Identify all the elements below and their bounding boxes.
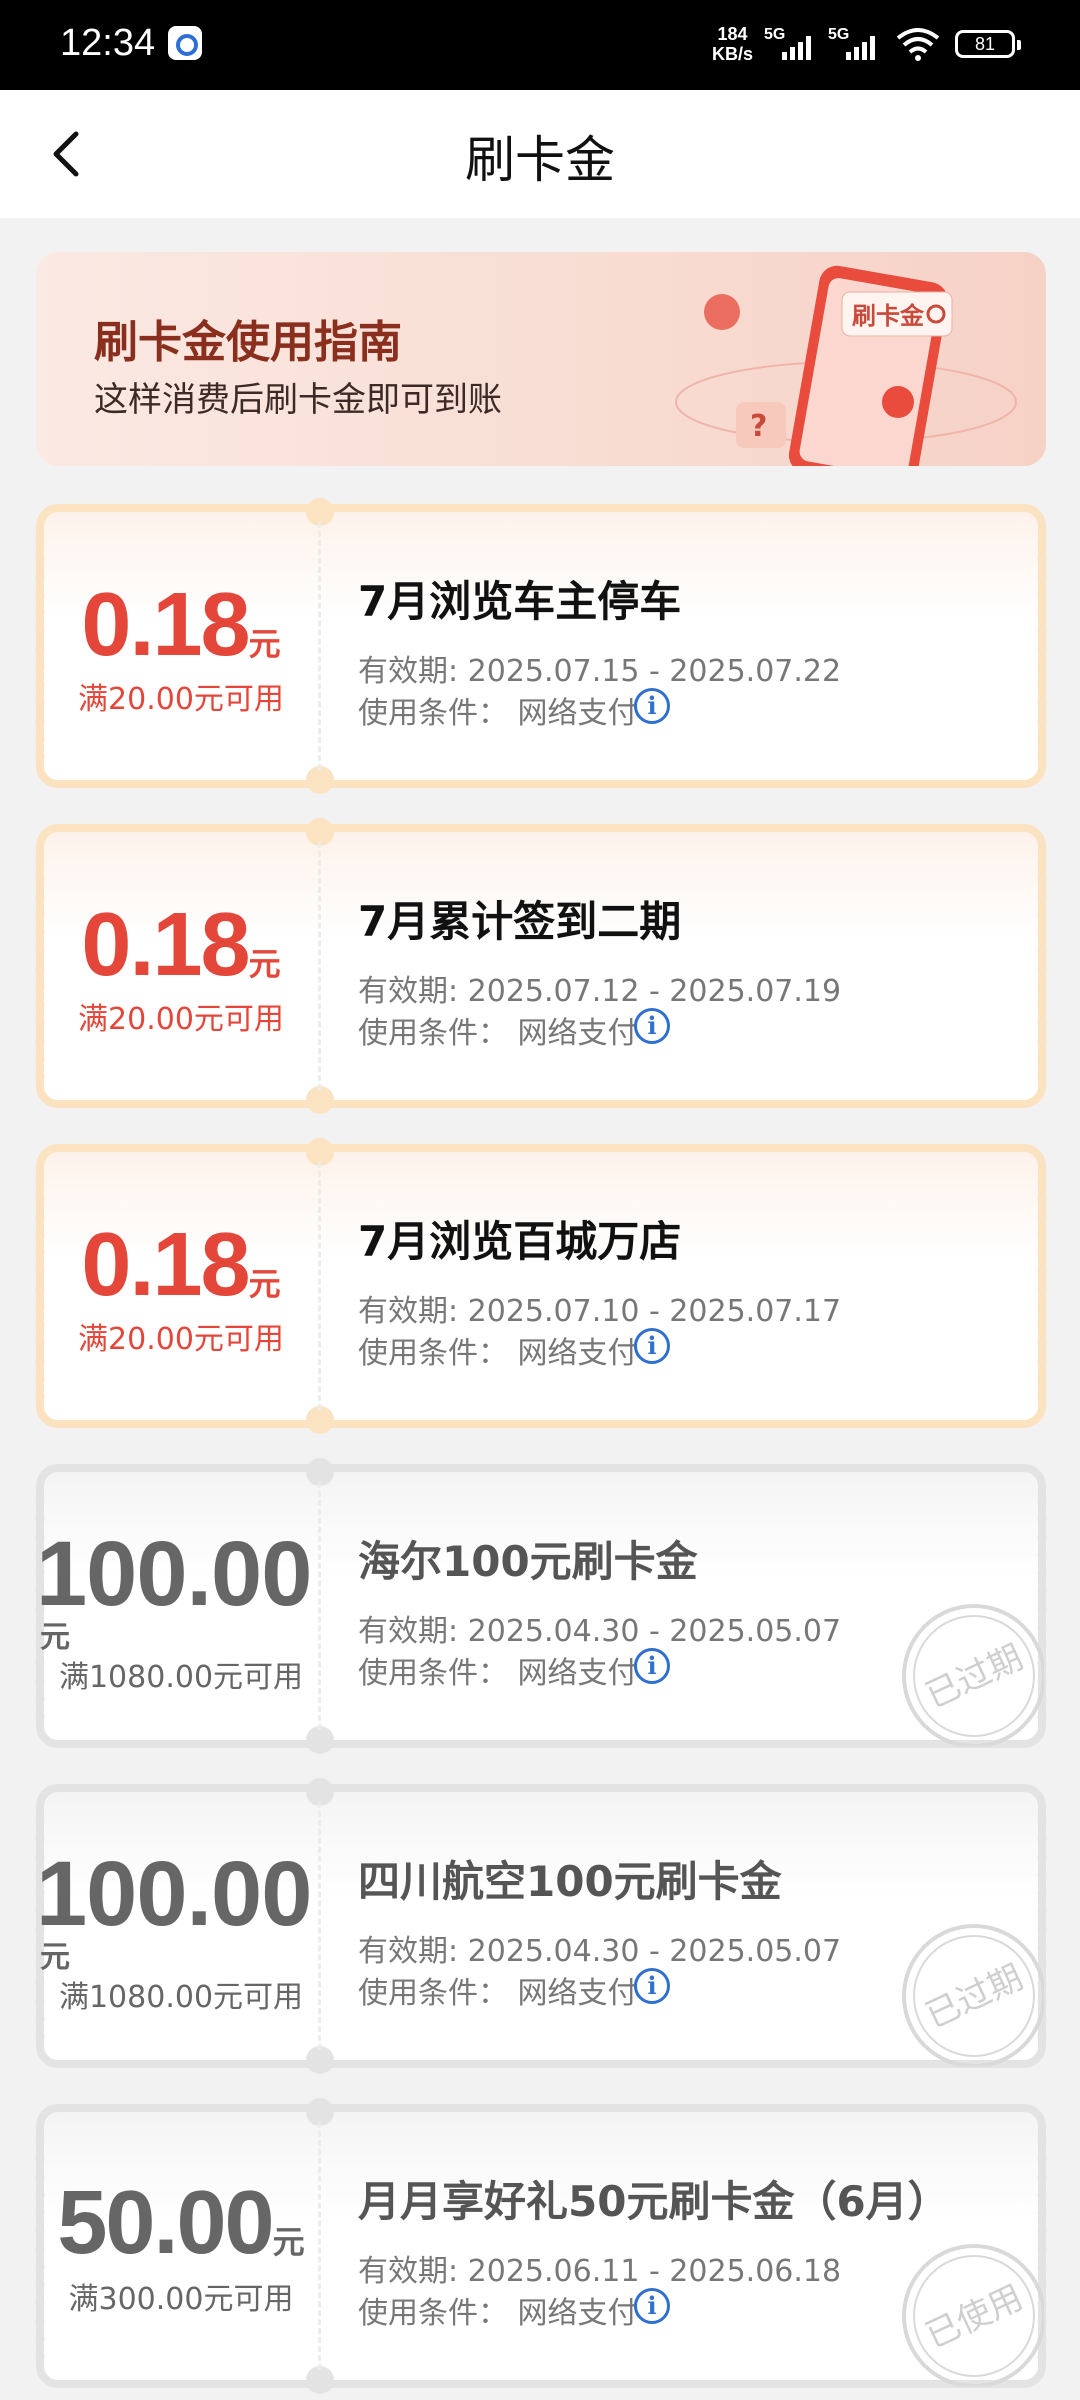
signal-2-icon: 5G	[828, 26, 898, 62]
coupon-card-expired[interactable]: 100.00 元 满1080.00元可用 海尔100元刷卡金 有效期: 2025…	[35, 1458, 1047, 1754]
usage-guide-banner[interactable]: 刷卡金使用指南 这样消费后刷卡金即可到账 刷卡金 ?	[36, 252, 1046, 466]
wifi-icon	[896, 28, 940, 61]
coupon-condition: 满1080.00元可用	[58, 1980, 304, 2015]
coupon-name: 7月浏览百城万店	[358, 1217, 682, 1266]
coupon-card-expired[interactable]: 100.00 元 满1080.00元可用 四川航空100元刷卡金 有效期: 20…	[35, 1778, 1047, 2074]
coupon-card[interactable]: 0.18元 满20.00元可用 7月浏览百城万店 有效期: 2025.07.10…	[35, 1138, 1047, 1434]
coupon-amount-value: 0.18	[81, 895, 250, 995]
coupon-usage: 使用条件： 网络支付	[358, 1976, 638, 2011]
coupon-name: 月月享好礼50元刷卡金（6月）	[358, 2177, 950, 2226]
battery-icon: 81	[955, 30, 1021, 58]
svg-text:刷卡金: 刷卡金	[852, 302, 925, 330]
coupon-amount-value: 50.00	[57, 2173, 274, 2273]
coupon-validity: 有效期: 2025.04.30 - 2025.05.07	[358, 1614, 842, 1649]
svg-text:已使用: 已使用	[920, 2277, 1029, 2356]
coupon-amount-unit: 元	[272, 2223, 305, 2261]
coupon-amount: 0.18元	[44, 1214, 318, 1317]
info-icon[interactable]: i	[634, 688, 670, 724]
expired-stamp: 已过期	[902, 1604, 1044, 1746]
info-icon[interactable]: i	[634, 2288, 670, 2324]
svg-text:?: ?	[750, 409, 767, 444]
coupon-condition: 满1080.00元可用	[58, 1660, 304, 1695]
coupon-name: 海尔100元刷卡金	[358, 1537, 698, 1586]
phone-illustration-icon: 刷卡金 ?	[675, 265, 1017, 466]
network-speed-value: 184	[717, 24, 748, 44]
coupon-validity: 有效期: 2025.07.12 - 2025.07.19	[358, 974, 842, 1009]
coupon-validity: 有效期: 2025.07.10 - 2025.07.17	[358, 1294, 842, 1329]
coupon-amount-value: 100.00	[36, 1843, 312, 1945]
coupon-name: 7月浏览车主停车	[358, 577, 682, 626]
coupon-amount-value: 0.18	[81, 575, 250, 675]
coupon-condition: 满20.00元可用	[78, 682, 284, 717]
status-time: 12:34	[60, 22, 156, 64]
info-icon[interactable]: i	[634, 1328, 670, 1364]
page-title: 刷卡金	[465, 131, 615, 189]
coupon-amount-value: 0.18	[81, 1215, 250, 1315]
info-icon[interactable]: i	[634, 1648, 670, 1684]
coupon-card[interactable]: 0.18元 满20.00元可用 7月累计签到二期 有效期: 2025.07.12…	[35, 818, 1047, 1114]
coupon-amount-unit: 元	[248, 625, 281, 663]
signal-1-icon: 5G	[764, 26, 834, 62]
coupon-amount: 0.18元	[44, 574, 318, 677]
network-speed: 184 KB/s	[712, 24, 753, 64]
coupon-usage: 使用条件： 网络支付	[358, 1016, 638, 1051]
coupon-card[interactable]: 0.18元 满20.00元可用 7月浏览车主停车 有效期: 2025.07.15…	[35, 498, 1047, 794]
coupon-validity: 有效期: 2025.04.30 - 2025.05.07	[358, 1934, 842, 1969]
coupon-validity: 有效期: 2025.07.15 - 2025.07.22	[358, 654, 842, 689]
banner-subtitle: 这样消费后刷卡金即可到账	[94, 380, 502, 420]
coupon-condition: 满300.00元可用	[68, 2282, 294, 2317]
network-speed-unit: KB/s	[712, 44, 754, 64]
coupon-name: 7月累计签到二期	[358, 897, 682, 946]
top-app-bar: 刷卡金	[0, 90, 1080, 218]
coupon-amount-unit: 元	[40, 1620, 70, 1655]
coupon-name: 四川航空100元刷卡金	[358, 1857, 782, 1906]
expired-stamp: 已过期	[902, 1924, 1044, 2066]
banner-title: 刷卡金使用指南	[94, 317, 402, 368]
coupon-usage: 使用条件： 网络支付	[358, 1336, 638, 1371]
battery-level: 81	[974, 34, 996, 54]
coupon-card-used[interactable]: 50.00元 满300.00元可用 月月享好礼50元刷卡金（6月） 有效期: 2…	[35, 2098, 1047, 2394]
coupon-amount: 0.18元	[44, 894, 318, 997]
coupon-amount-unit: 元	[248, 945, 281, 983]
svg-text:已过期: 已过期	[920, 1957, 1029, 2036]
coupon-amount-value: 100.00	[36, 1523, 312, 1625]
coupon-condition: 满20.00元可用	[78, 1322, 284, 1357]
status-bar: 12:34 184 KB/s 5G 5G 81	[0, 0, 1080, 90]
coupon-amount: 50.00元	[44, 2172, 318, 2275]
coupon-usage: 使用条件： 网络支付	[358, 696, 638, 731]
info-icon[interactable]: i	[634, 1968, 670, 2004]
info-icon[interactable]: i	[634, 1008, 670, 1044]
coupon-usage: 使用条件： 网络支付	[358, 1656, 638, 1691]
coupon-validity: 有效期: 2025.06.11 - 2025.06.18	[358, 2254, 842, 2289]
coupon-amount-unit: 元	[248, 1265, 281, 1303]
svg-text:已过期: 已过期	[920, 1637, 1029, 1716]
coupon-condition: 满20.00元可用	[78, 1002, 284, 1037]
app-notification-icon	[168, 26, 202, 60]
coupon-amount-unit: 元	[40, 1940, 70, 1975]
used-stamp: 已使用	[902, 2244, 1044, 2386]
coupon-usage: 使用条件： 网络支付	[358, 2296, 638, 2331]
